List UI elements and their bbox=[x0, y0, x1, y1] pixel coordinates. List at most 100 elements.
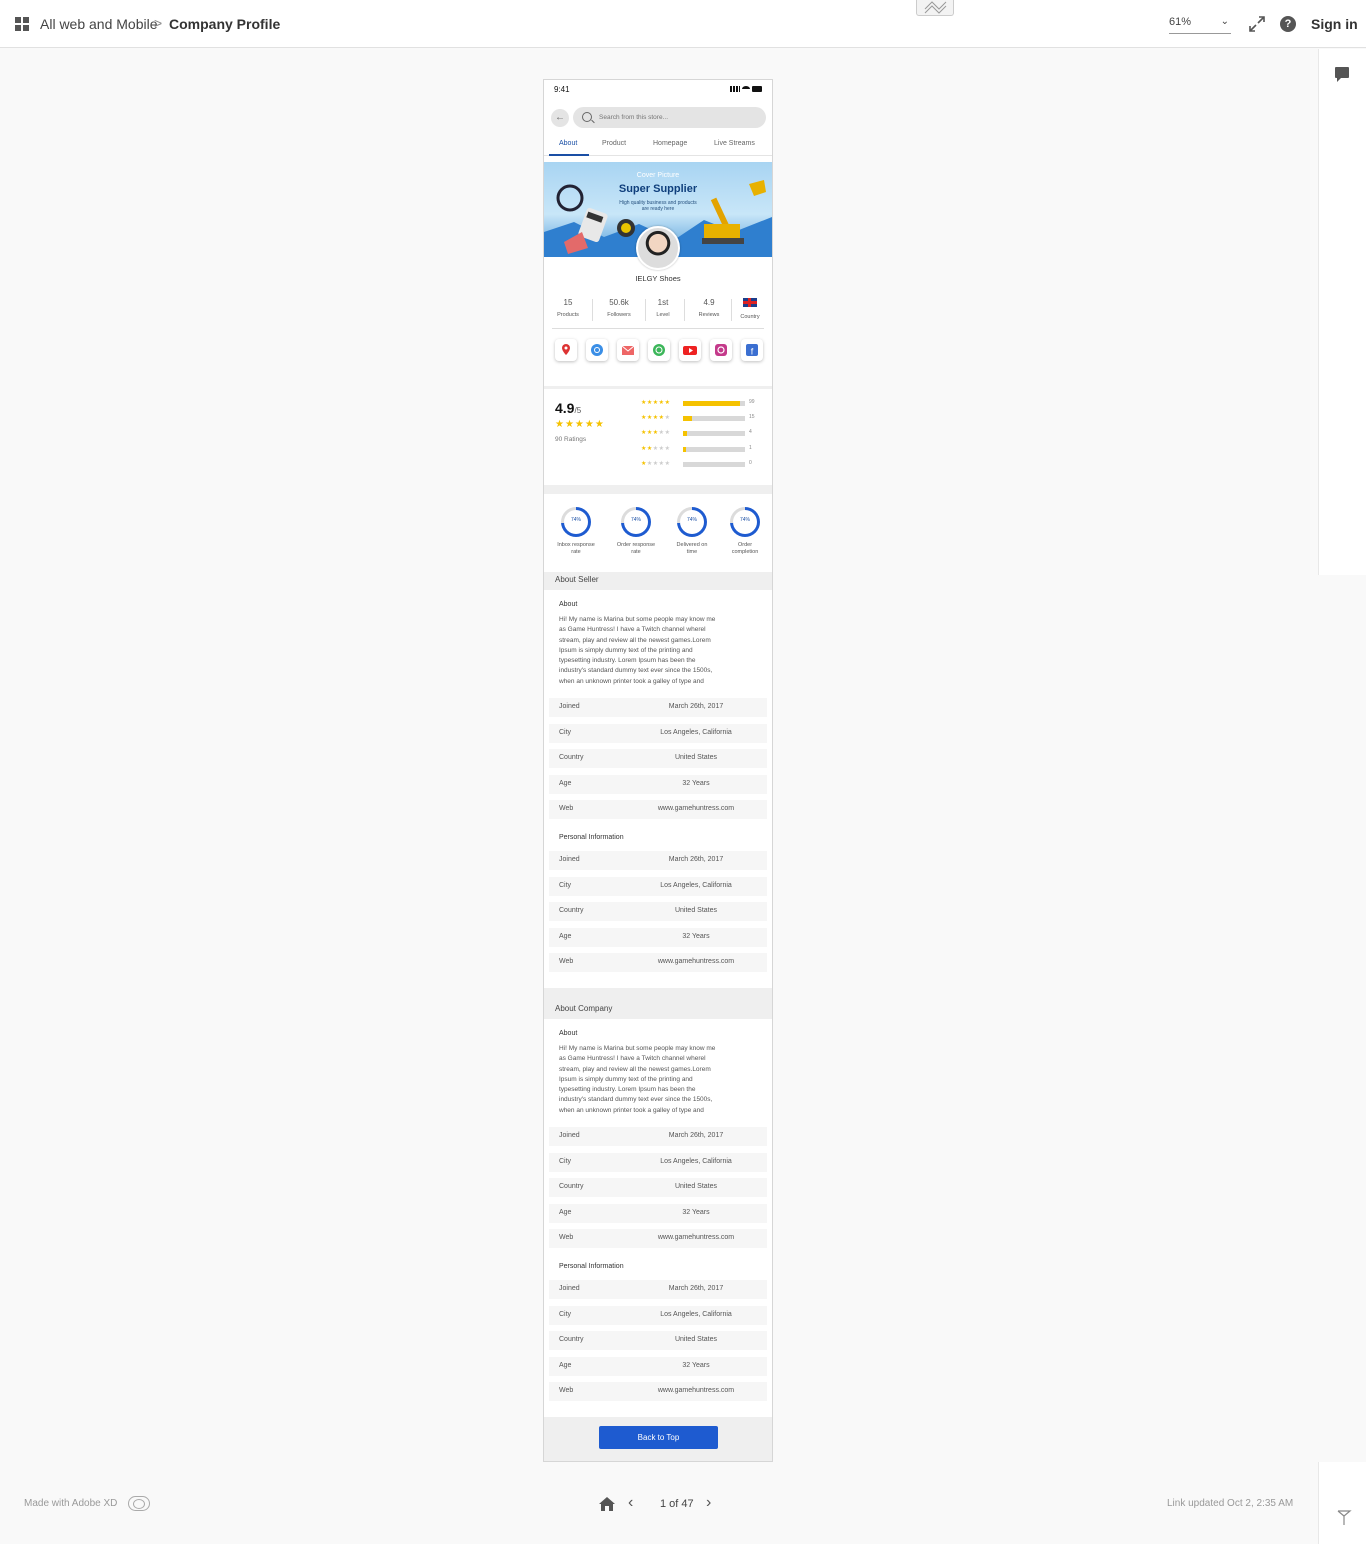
progress-ring: 74% bbox=[561, 507, 591, 537]
info-row: Joined March 26th, 2017 bbox=[549, 698, 767, 717]
rating-bar bbox=[683, 431, 745, 436]
rating-bar-fill bbox=[683, 447, 687, 452]
avatar[interactable] bbox=[636, 226, 680, 270]
info-row: City Los Angeles, California bbox=[549, 876, 767, 896]
metric-label-line: completion bbox=[731, 549, 759, 555]
creative-cloud-icon bbox=[128, 1496, 150, 1511]
info-value: Los Angeles, California bbox=[660, 1310, 732, 1318]
divider bbox=[592, 299, 593, 321]
breadcrumb-root[interactable]: All web and Mobile bbox=[40, 16, 158, 32]
instagram-icon[interactable] bbox=[710, 339, 732, 361]
about-text-line: as Game Huntress! I have a Twitch channe… bbox=[559, 1055, 706, 1063]
info-row: Joined March 26th, 2017 bbox=[549, 1280, 767, 1299]
apps-grid-icon[interactable] bbox=[15, 17, 29, 31]
stat-country[interactable]: Country bbox=[735, 298, 765, 320]
mail-icon[interactable] bbox=[617, 339, 639, 361]
rating-row-count: 4 bbox=[749, 429, 752, 435]
collapse-header-button[interactable] bbox=[916, 0, 954, 16]
section-title: About Company bbox=[555, 1004, 613, 1013]
metric-label: Order response rate bbox=[608, 542, 664, 556]
about-text-line: Hi! My name is Marina but some people ma… bbox=[559, 616, 716, 623]
metric-label-line: Inbox response bbox=[557, 542, 595, 548]
section-title: About Seller bbox=[555, 575, 599, 584]
about-text-line: industry's standard dummy text ever sinc… bbox=[559, 1096, 713, 1104]
stat-followers[interactable]: 50.6k Followers bbox=[602, 298, 636, 318]
about-text-line: typesetting industry. Lorem Ipsum has be… bbox=[559, 1086, 696, 1094]
facebook-icon[interactable]: f bbox=[741, 339, 763, 361]
back-arrow-icon[interactable]: ← bbox=[551, 109, 569, 127]
chevrons-up-icon bbox=[924, 1, 947, 14]
zoom-select[interactable]: 61% ⌄ bbox=[1169, 16, 1231, 34]
tab-product[interactable]: Product bbox=[602, 140, 626, 147]
metric-item[interactable]: 74% Order completion bbox=[717, 507, 772, 556]
next-page-icon[interactable]: › bbox=[706, 1494, 711, 1512]
chrome-icon[interactable] bbox=[586, 339, 608, 361]
metric-label-line: time bbox=[686, 549, 698, 555]
store-search[interactable] bbox=[573, 107, 766, 128]
tab-about[interactable]: About bbox=[559, 140, 577, 147]
stat-label: Level bbox=[656, 312, 670, 318]
rating-row-stars: ★★★★★ bbox=[641, 399, 670, 406]
stat-label: Products bbox=[557, 312, 579, 318]
wifi-icon bbox=[742, 86, 750, 92]
flag-icon[interactable] bbox=[1336, 1510, 1352, 1526]
rating-max: /5 bbox=[574, 406, 582, 415]
whatsapp-icon[interactable] bbox=[648, 339, 670, 361]
rating-row-stars: ★★★★★ bbox=[641, 414, 670, 421]
chevron-down-icon: ⌄ bbox=[1220, 16, 1229, 27]
youtube-icon[interactable] bbox=[679, 339, 701, 361]
about-text-line: Hi! My name is Marina but some people ma… bbox=[559, 1045, 716, 1052]
comment-icon[interactable] bbox=[1335, 67, 1349, 82]
zoom-value: 61% bbox=[1169, 16, 1192, 28]
uk-flag-icon bbox=[743, 298, 757, 307]
rating-row-count: 99 bbox=[749, 399, 755, 405]
info-row: Joined March 26th, 2017 bbox=[549, 1127, 767, 1146]
about-text-line: when an unknown printer took a galley of… bbox=[559, 677, 704, 685]
signal-icon bbox=[730, 86, 740, 92]
metric-item[interactable]: 74% Inbox response rate bbox=[548, 507, 604, 556]
divider bbox=[731, 299, 732, 321]
about-text-line: Ipsum is simply dummy text of the printi… bbox=[559, 646, 693, 654]
previous-page-icon[interactable]: ‹ bbox=[628, 1494, 633, 1512]
about-text-line: stream, play and review all the newest g… bbox=[559, 636, 711, 644]
info-value: www.gamehuntress.com bbox=[657, 958, 735, 966]
stat-label: Reviews bbox=[698, 312, 720, 318]
store-name: IELGY Shoes bbox=[635, 274, 681, 283]
help-icon[interactable]: ? bbox=[1280, 16, 1296, 32]
sign-in-button[interactable]: Sign in bbox=[1311, 16, 1358, 32]
metric-item[interactable]: 74% Order response rate bbox=[608, 507, 664, 556]
home-icon[interactable] bbox=[598, 1496, 616, 1512]
fullscreen-icon[interactable] bbox=[1248, 15, 1266, 33]
rating-count: 90 Ratings bbox=[555, 436, 587, 443]
header-card: 9:41 ← About Product Homepage Live Strea… bbox=[544, 80, 772, 296]
stat-value: 50.6k bbox=[609, 298, 629, 307]
stat-products[interactable]: 15 Products bbox=[554, 298, 582, 318]
active-tab-indicator bbox=[549, 154, 589, 156]
metric-label-line: Order response bbox=[616, 542, 656, 548]
progress-ring: 74% bbox=[677, 507, 707, 537]
about-text-line: as Game Huntress! I have a Twitch channe… bbox=[559, 626, 706, 634]
about-title: About bbox=[559, 1030, 578, 1037]
info-value: 32 Years bbox=[682, 932, 710, 940]
rating-bar bbox=[683, 416, 745, 421]
rating-bar bbox=[683, 401, 745, 406]
stat-value: 1st bbox=[657, 298, 669, 307]
tab-live-streams[interactable]: Live Streams bbox=[714, 140, 755, 147]
map-pin-icon[interactable] bbox=[555, 339, 577, 361]
page-indicator: 1 of 47 bbox=[660, 1498, 694, 1510]
rating-bar-fill bbox=[683, 431, 687, 436]
metric-item[interactable]: 74% Delivered on time bbox=[664, 507, 720, 556]
phone-artboard: 9:41 ← About Product Homepage Live Strea… bbox=[543, 79, 773, 1462]
stat-label: Followers bbox=[607, 312, 631, 318]
back-to-top-button[interactable]: Back to Top bbox=[599, 1426, 718, 1449]
search-input[interactable] bbox=[599, 112, 749, 123]
info-value: United States bbox=[674, 1183, 718, 1191]
metric-label-line: rate bbox=[571, 549, 581, 555]
tab-homepage[interactable]: Homepage bbox=[653, 140, 687, 147]
metric-label: Delivered on time bbox=[664, 542, 720, 556]
stat-level[interactable]: 1st Level bbox=[651, 298, 675, 318]
info-value: Los Angeles, California bbox=[660, 728, 732, 736]
right-sidebar bbox=[1318, 49, 1366, 575]
right-sidebar-bottom bbox=[1318, 1462, 1366, 1544]
stat-reviews[interactable]: 4.9 Reviews bbox=[694, 298, 724, 318]
